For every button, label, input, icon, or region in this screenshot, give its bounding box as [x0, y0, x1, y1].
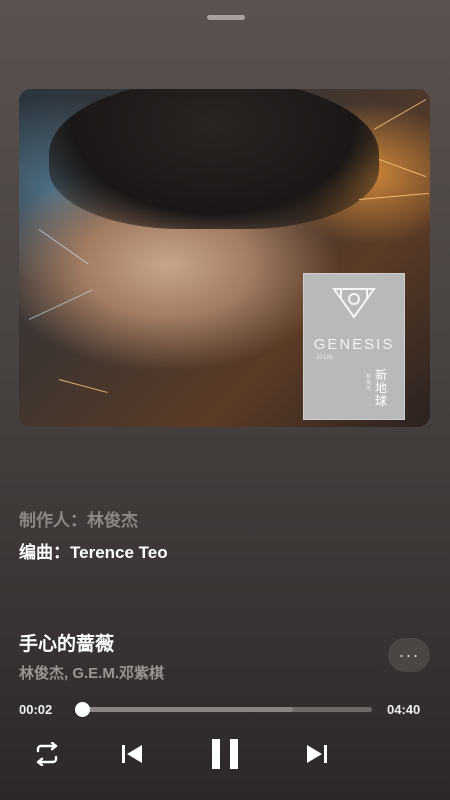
more-options-button[interactable]: ···: [388, 638, 430, 672]
album-artist-tag: JJ LIN: [316, 355, 334, 361]
track-artists[interactable]: 林俊杰, G.E.M.邓紫棋: [19, 662, 164, 683]
more-icon: ···: [398, 644, 420, 665]
previous-button[interactable]: [115, 737, 149, 771]
arranger-credit: 编曲：Terence Teo: [19, 543, 168, 562]
album-title: GENESIS: [313, 336, 395, 353]
cover-art-spark: [58, 379, 108, 393]
previous-icon: [122, 745, 142, 763]
album-title-card: GENESIS JJ LIN 林俊杰 新地球: [303, 273, 405, 420]
cover-art-spark: [358, 192, 429, 200]
repeat-button[interactable]: [30, 737, 64, 771]
pause-icon: [212, 739, 238, 769]
cover-art-spark: [373, 99, 427, 130]
drag-handle-icon[interactable]: [207, 15, 245, 20]
cover-art-spark: [38, 229, 89, 265]
repeat-icon: [36, 742, 58, 766]
track-title: 手心的蔷薇: [19, 634, 115, 655]
cover-art-hair: [49, 89, 379, 229]
next-button[interactable]: [300, 737, 334, 771]
current-time: 00:02: [19, 702, 53, 717]
next-icon: [307, 745, 327, 763]
album-chinese-artist: 林俊杰: [366, 374, 372, 392]
cover-art-spark: [378, 159, 427, 178]
buffer-bar: [80, 707, 294, 712]
album-logo-icon: [332, 288, 376, 319]
total-time: 04:40: [387, 702, 421, 717]
album-cover: GENESIS JJ LIN 林俊杰 新地球: [19, 89, 430, 427]
producer-credit: 制作人：林俊杰: [19, 511, 138, 530]
progress-thumb[interactable]: [75, 702, 91, 717]
progress-slider[interactable]: [75, 702, 372, 717]
album-chinese-title: 新地球: [375, 368, 388, 408]
cover-art-spark: [28, 289, 93, 320]
pause-button[interactable]: [205, 737, 245, 771]
